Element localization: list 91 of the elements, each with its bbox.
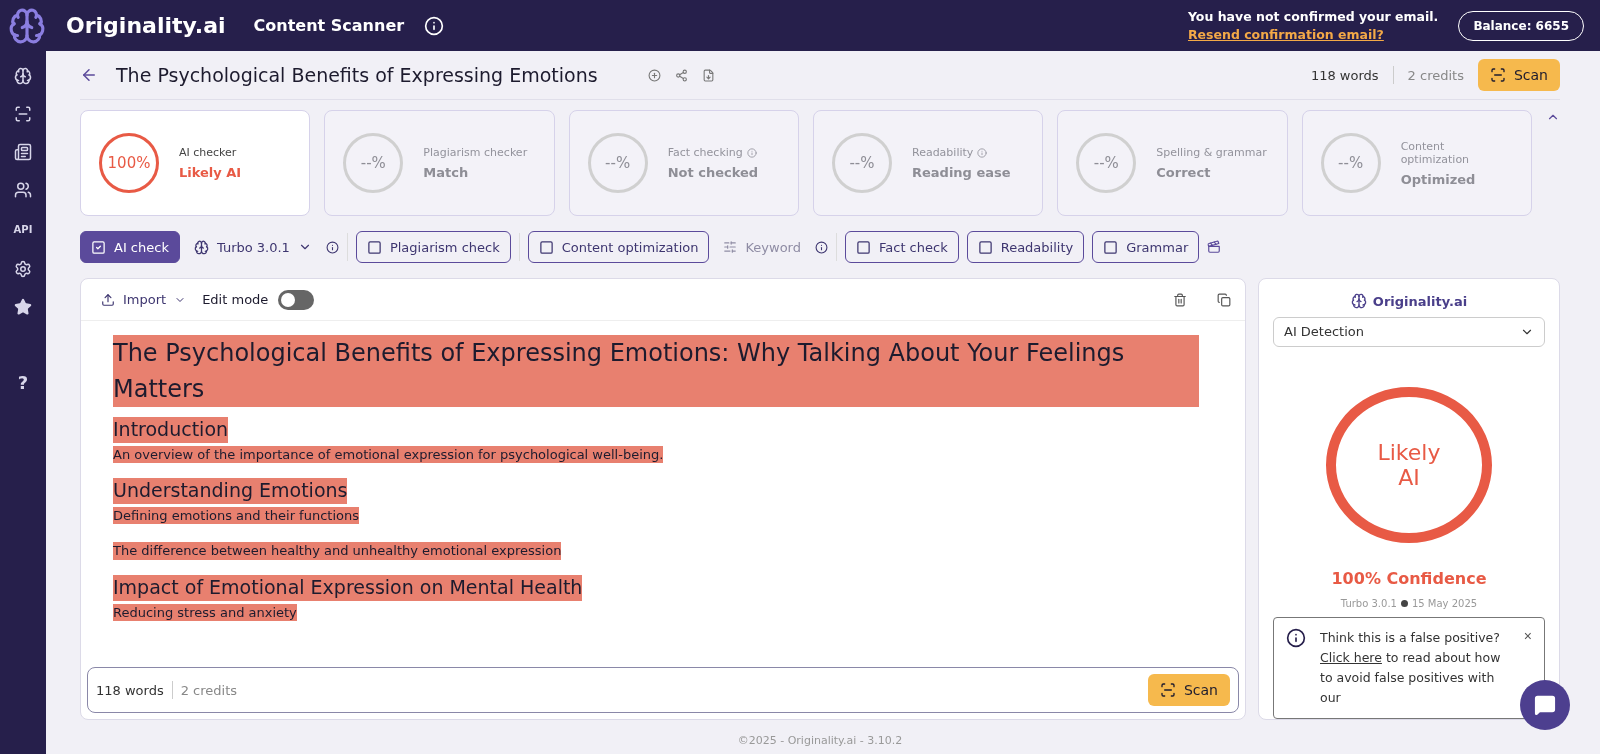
delete-icon[interactable]: [1173, 292, 1187, 307]
chat-button[interactable]: [1520, 680, 1570, 730]
close-button[interactable]: ×: [1523, 628, 1532, 644]
model-dropdown[interactable]: Turbo 3.0.1: [187, 239, 318, 255]
download-icon[interactable]: [701, 68, 715, 82]
sidebar-item[interactable]: API: [13, 219, 33, 240]
mode-select[interactable]: AI Detection: [1273, 317, 1545, 347]
score-ring: --%: [832, 133, 892, 193]
newspaper-icon[interactable]: [14, 143, 32, 161]
info-icon[interactable]: [815, 240, 828, 254]
score-ring: --%: [1320, 133, 1381, 193]
document-title: The Psychological Benefits of Expressing Emotions: [116, 64, 598, 86]
word-count: 118 words: [1310, 67, 1379, 83]
card-label: Content optimization: [1400, 139, 1471, 166]
check-toggle[interactable]: AI check: [80, 231, 180, 263]
sidebar-item[interactable]: ?: [17, 372, 29, 393]
card-label: Plagiarism checker: [423, 146, 528, 159]
panel-brand: Originality.ai: [1372, 293, 1468, 309]
notice-text: Think this is a false positive? Click here to read about how to avoid false positives with our: [1320, 629, 1502, 707]
check-toggle[interactable]: Content optimization: [527, 231, 710, 263]
back-icon[interactable]: [80, 66, 98, 84]
resend-link[interactable]: Resend confirmation email?: [1187, 27, 1439, 42]
brain-logo-icon: [8, 6, 46, 45]
check-toggle[interactable]: Plagiarism check: [355, 231, 511, 263]
card-result: Likely AI: [179, 165, 242, 180]
upload-icon: [101, 292, 115, 307]
scan-button[interactable]: Scan: [1147, 674, 1230, 706]
sliders-icon: [723, 240, 738, 254]
separator-dot: [1400, 600, 1408, 607]
share-icon[interactable]: [674, 68, 688, 82]
score-ring: --%: [1076, 133, 1137, 193]
check-toggle[interactable]: Grammar: [1092, 231, 1200, 263]
brain-icon: [193, 239, 209, 255]
clapperboard-icon[interactable]: [1207, 240, 1222, 254]
email-notice: You have not confirmed your email.: [1187, 9, 1439, 24]
click-here-link[interactable]: Click here: [1320, 650, 1382, 665]
add-icon[interactable]: [647, 68, 661, 82]
edit-mode-label: Edit mode: [202, 292, 269, 307]
brain-logo-icon: [1350, 293, 1367, 309]
score-ring: 100%: [99, 133, 159, 193]
brain-icon[interactable]: [14, 67, 32, 85]
highlighted-text: Reducing stress and anxiety: [113, 603, 297, 622]
scan-button[interactable]: Scan: [1477, 59, 1560, 91]
score-ring: --%: [587, 133, 648, 193]
credit-count: 2 credits: [180, 682, 238, 698]
card-result: Correct: [1156, 165, 1212, 180]
scan-icon: [1159, 682, 1176, 698]
users-icon[interactable]: [14, 181, 32, 199]
model-name: Turbo 3.0.1: [1340, 598, 1397, 609]
card-result: Optimized: [1400, 171, 1477, 187]
card-result: Reading ease: [912, 165, 1011, 180]
checkbox-icon: [856, 239, 871, 255]
score-ring: --%: [343, 133, 404, 193]
highlighted-heading: Understanding Emotions: [113, 478, 348, 504]
highlighted-heading: Impact of Emotional Expression on Mental Health: [113, 575, 583, 601]
star-icon[interactable]: [14, 298, 32, 316]
copy-icon[interactable]: [1217, 292, 1231, 307]
verdict-ring: Likely AI: [1326, 386, 1492, 543]
scanner-icon[interactable]: [14, 105, 32, 123]
confidence-text: 100% Confidence: [1331, 569, 1487, 588]
scan-date: 15 May 2025: [1411, 598, 1478, 609]
check-toggle[interactable]: Readability: [966, 231, 1085, 263]
brand-name: Originality.ai: [66, 13, 226, 38]
highlighted-heading: Introduction: [113, 417, 229, 443]
check-toggle[interactable]: Fact check: [845, 231, 959, 263]
info-icon[interactable]: [325, 240, 339, 254]
checkbox-icon: [366, 239, 382, 255]
highlighted-text: The difference between healthy and unhealthy emotional expression: [113, 542, 562, 560]
app-title: Content Scanner: [253, 16, 405, 35]
credit-count: 2 credits: [1407, 67, 1464, 83]
checkbox-icon: [977, 239, 993, 255]
card-result: Not checked: [667, 165, 759, 180]
checked-box-icon: [91, 239, 106, 255]
settings-icon[interactable]: [14, 260, 32, 278]
word-count: 118 words: [96, 682, 164, 698]
card-label: Spelling & grammar: [1156, 146, 1267, 159]
card-result: Match: [423, 165, 470, 180]
import-button[interactable]: Import: [95, 292, 193, 307]
info-icon: [1286, 628, 1306, 648]
scan-icon: [1489, 67, 1506, 83]
highlighted-heading: The Psychological Benefits of Expressing Emotions: Why Talking About Your Feelings Matters: [113, 335, 1199, 407]
card-label: Readability: [912, 146, 974, 159]
card-label: AI checker: [179, 146, 237, 159]
chat-icon: [1534, 694, 1556, 716]
card-label: Fact checking: [667, 146, 743, 159]
checkbox-icon: [1103, 239, 1119, 255]
highlighted-text: An overview of the importance of emotional expression for psychological well-being.: [113, 445, 664, 464]
highlighted-text: Defining emotions and their functions: [113, 506, 359, 525]
footer-text: ©2025 - Originality.ai - 3.10.2: [736, 732, 904, 749]
checkbox-icon: [538, 239, 554, 255]
edit-mode-toggle[interactable]: [278, 289, 315, 310]
